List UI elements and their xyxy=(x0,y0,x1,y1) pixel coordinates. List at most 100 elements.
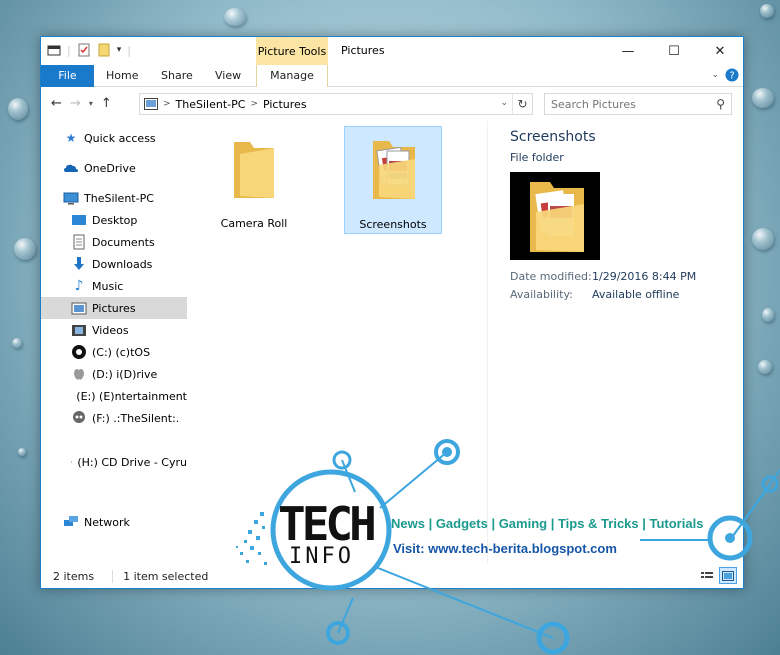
sidebar-item-label: (E:) (E)ntertainment xyxy=(76,389,187,403)
preview-properties: Date modified: 1/29/2016 8:44 PM Availab… xyxy=(510,270,743,301)
search-input[interactable] xyxy=(551,97,711,111)
tab-home[interactable]: Home xyxy=(94,65,150,87)
skull-drive-icon xyxy=(73,411,85,423)
item-count: 2 items xyxy=(53,569,95,583)
tab-share[interactable]: Share xyxy=(149,65,205,87)
property-label: Availability: xyxy=(510,288,573,301)
sidebar-item-label: (F:) .:TheSilent:. xyxy=(92,411,180,425)
sidebar-item-label: Pictures xyxy=(92,301,136,315)
water-droplet xyxy=(760,4,774,18)
water-droplet xyxy=(758,360,772,374)
sidebar-item-label: Quick access xyxy=(84,131,156,145)
toolbar-divider: | xyxy=(127,43,131,57)
search-box[interactable]: ⚲ xyxy=(544,93,732,115)
breadcrumb-pictures[interactable]: Pictures xyxy=(263,98,307,111)
water-droplet xyxy=(18,448,26,456)
sidebar-item-drive-f[interactable]: (F:) .:TheSilent:. xyxy=(41,407,187,429)
minimize-button[interactable]: — xyxy=(605,37,651,65)
brand-tagline: News | Gadgets | Gaming | Tips & Tricks … xyxy=(391,516,704,531)
toolbar-divider: | xyxy=(67,43,71,57)
download-icon xyxy=(74,257,84,270)
title-bar: | ▾ | Picture Tools Pictures — ☐ ✕ xyxy=(41,37,743,65)
breadcrumb-pc[interactable]: TheSilent-PC xyxy=(176,98,246,111)
new-folder-icon[interactable] xyxy=(97,43,111,57)
sidebar-item-pictures[interactable]: Pictures xyxy=(41,297,187,319)
explorer-body: ★ Quick access OneDrive TheSilent-PC Des… xyxy=(41,121,743,564)
sidebar-item-videos[interactable]: Videos xyxy=(41,319,187,341)
large-icons-view-icon[interactable] xyxy=(719,567,737,584)
quick-access-toolbar: | ▾ | xyxy=(47,43,131,57)
sidebar-item-onedrive[interactable]: OneDrive xyxy=(41,157,187,179)
ribbon-tabs: File Home Share View Manage ⌄ ? xyxy=(41,65,743,87)
details-view-icon[interactable] xyxy=(698,567,716,584)
water-droplet xyxy=(752,228,774,250)
water-droplet xyxy=(762,308,774,322)
folder-icon xyxy=(234,142,274,198)
expand-ribbon-icon[interactable]: ⌄ xyxy=(711,70,719,80)
sidebar-item-downloads[interactable]: Downloads xyxy=(41,253,187,275)
pictures-icon xyxy=(71,302,87,315)
documents-icon xyxy=(73,234,85,250)
network-icon xyxy=(64,516,78,526)
water-droplet xyxy=(8,98,28,120)
svg-text:?: ? xyxy=(729,71,734,82)
tab-manage[interactable]: Manage xyxy=(256,65,328,87)
breadcrumb-separator-icon: > xyxy=(250,99,258,109)
logo-info-text: INFO xyxy=(289,544,354,569)
folder-with-preview-icon xyxy=(530,182,584,252)
navigation-pane: ★ Quick access OneDrive TheSilent-PC Des… xyxy=(41,121,187,564)
pictures-location-icon xyxy=(144,98,158,110)
sidebar-item-label: TheSilent-PC xyxy=(84,191,154,205)
file-explorer-window: | ▾ | Picture Tools Pictures — ☐ ✕ File … xyxy=(40,36,744,589)
tab-view[interactable]: View xyxy=(203,65,253,87)
brand-visit-url: Visit: www.tech-berita.blogspot.com xyxy=(393,541,617,556)
apple-drive-icon xyxy=(74,369,84,380)
search-icon[interactable]: ⚲ xyxy=(716,97,725,111)
up-arrow-icon[interactable]: ↑ xyxy=(101,96,112,111)
sidebar-item-this-pc[interactable]: TheSilent-PC xyxy=(41,187,187,209)
preview-pane: Screenshots File folder Date modified: 1… xyxy=(487,121,743,564)
window-title: Pictures xyxy=(341,44,385,57)
properties-icon[interactable] xyxy=(77,43,91,57)
help-icon[interactable]: ? xyxy=(725,68,739,82)
sidebar-item-label: Music xyxy=(92,279,124,293)
address-bar[interactable]: > TheSilent-PC > Pictures ⌄ ↻ xyxy=(139,93,533,115)
desktop-icon xyxy=(72,215,86,225)
close-button[interactable]: ✕ xyxy=(697,37,743,65)
forward-arrow-icon[interactable]: → xyxy=(70,96,81,111)
refresh-icon[interactable]: ↻ xyxy=(512,94,532,114)
navigation-buttons: ← → ▾ ↑ xyxy=(51,96,112,111)
sidebar-item-quick-access[interactable]: ★ Quick access xyxy=(41,127,187,149)
sidebar-item-desktop[interactable]: Desktop xyxy=(41,209,187,231)
chevron-down-icon[interactable]: ▾ xyxy=(117,45,122,55)
sidebar-item-drive-e[interactable]: (E:) (E)ntertainment xyxy=(41,385,187,407)
property-label: Date modified: xyxy=(510,270,592,283)
sidebar-item-music[interactable]: ♪ Music xyxy=(41,275,187,297)
tab-file[interactable]: File xyxy=(41,65,94,87)
folder-screenshots[interactable]: Screenshots xyxy=(344,126,442,234)
sidebar-item-label: (C:) (c)tOS xyxy=(92,345,151,359)
sidebar-item-documents[interactable]: Documents xyxy=(41,231,187,253)
cloud-icon xyxy=(64,164,78,172)
ribbon-right-controls: ⌄ ? xyxy=(711,68,739,82)
sidebar-item-drive-c[interactable]: (C:) (c)tOS xyxy=(41,341,187,363)
logo-tech-text: TECH xyxy=(278,497,377,551)
sidebar-item-label: Desktop xyxy=(92,213,138,227)
maximize-button[interactable]: ☐ xyxy=(651,37,697,65)
sidebar-item-label: (D:) i(D)rive xyxy=(92,367,158,381)
computer-icon xyxy=(63,192,79,205)
sidebar-item-drive-h[interactable]: (H:) CD Drive - Cyru xyxy=(41,451,187,473)
sidebar-item-drive-d[interactable]: (D:) i(D)rive xyxy=(41,363,187,385)
address-row: ← → ▾ ↑ > TheSilent-PC > Pictures ⌄ ↻ ⚲ xyxy=(41,87,743,121)
folder-camera-roll[interactable]: Camera Roll xyxy=(205,126,303,234)
property-value: Available offline xyxy=(592,288,680,301)
sidebar-item-label: (H:) CD Drive - Cyru xyxy=(77,455,187,469)
recent-locations-icon[interactable]: ▾ xyxy=(89,99,93,111)
water-droplet xyxy=(224,8,246,26)
sidebar-item-network[interactable]: Network xyxy=(41,511,187,533)
drive-icon xyxy=(72,345,86,359)
back-arrow-icon[interactable]: ← xyxy=(51,96,62,111)
folder-name: Screenshots xyxy=(359,218,427,231)
music-icon: ♪ xyxy=(74,278,84,294)
address-dropdown-icon[interactable]: ⌄ xyxy=(500,98,508,108)
